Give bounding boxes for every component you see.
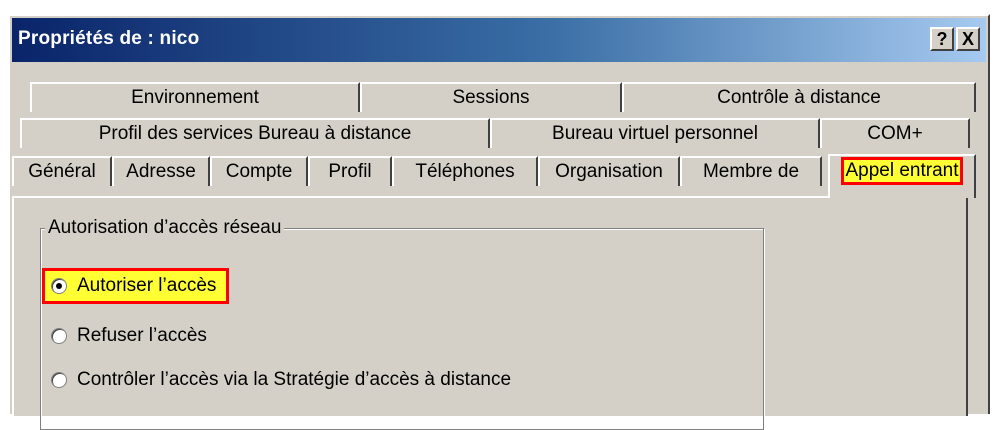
- tab-general[interactable]: Général: [12, 156, 112, 186]
- radio-autoriser-acces-label: Autoriser l’accès: [77, 275, 217, 296]
- tab-adresse[interactable]: Adresse: [112, 156, 210, 186]
- network-access-group: Autorisation d’accès réseau Autoriser l’…: [40, 217, 764, 430]
- tab-telephones[interactable]: Téléphones: [392, 156, 538, 186]
- tab-sessions[interactable]: Sessions: [360, 82, 622, 112]
- radio-button-checked-icon[interactable]: [51, 278, 67, 294]
- tab-environnement[interactable]: Environnement: [30, 82, 360, 112]
- tab-appel-entrant[interactable]: Appel entrant: [828, 154, 976, 198]
- tab-appel-entrant-label: Appel entrant: [841, 157, 963, 185]
- network-access-legend: Autorisation d’accès réseau: [45, 217, 285, 239]
- tab-compte[interactable]: Compte: [210, 156, 308, 186]
- tab-profil[interactable]: Profil: [308, 156, 392, 186]
- radio-controler-acces[interactable]: Contrôler l’accès via la Stratégie d’acc…: [51, 365, 511, 395]
- window-title: Propriétés de : nico: [18, 28, 200, 49]
- radio-refuser-acces[interactable]: Refuser l’accès: [51, 321, 207, 351]
- tab-com-plus[interactable]: COM+: [820, 118, 970, 148]
- radio-button-icon[interactable]: [51, 372, 67, 388]
- radio-autoriser-acces[interactable]: Autoriser l’accès: [41, 268, 230, 304]
- radio-refuser-acces-label: Refuser l’accès: [77, 325, 207, 346]
- properties-dialog: Propriétés de : nico ? X Environnement S…: [8, 14, 990, 430]
- tab-membre-de[interactable]: Membre de: [680, 156, 822, 186]
- help-button[interactable]: ?: [930, 27, 954, 51]
- tab-panel-appel-entrant: Autorisation d’accès réseau Autoriser l’…: [12, 196, 968, 430]
- radio-controler-acces-label: Contrôler l’accès via la Stratégie d’acc…: [77, 369, 512, 390]
- title-bar[interactable]: Propriétés de : nico ? X: [12, 18, 986, 62]
- tab-controle-a-distance[interactable]: Contrôle à distance: [622, 82, 976, 112]
- tab-profil-services-bureau[interactable]: Profil des services Bureau à distance: [20, 118, 490, 148]
- tab-organisation[interactable]: Organisation: [538, 156, 680, 186]
- tab-bureau-virtuel[interactable]: Bureau virtuel personnel: [490, 118, 820, 148]
- close-button[interactable]: X: [956, 27, 980, 51]
- radio-button-icon[interactable]: [51, 328, 67, 344]
